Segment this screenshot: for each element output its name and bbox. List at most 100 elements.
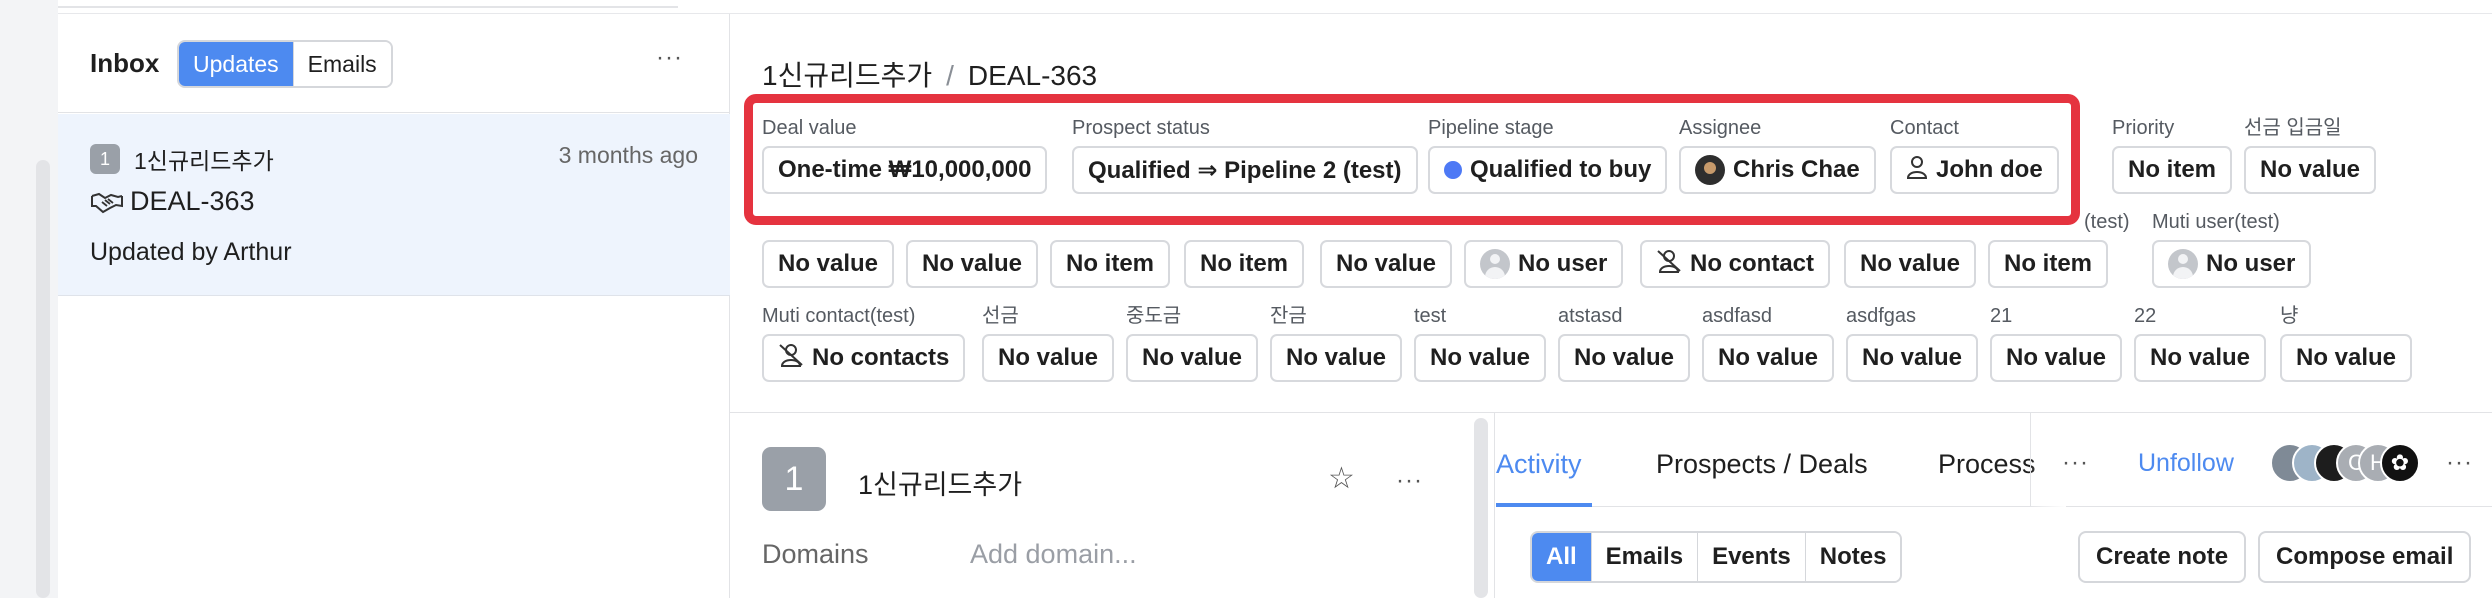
priority-chip[interactable]: No item bbox=[2112, 146, 2233, 194]
field-label: 중도금 bbox=[1126, 305, 1182, 327]
field-chip[interactable]: No value bbox=[2134, 334, 2267, 382]
inbox-item-deal: DEAL-363 bbox=[130, 186, 255, 216]
field-label: atstasd bbox=[1558, 305, 1623, 327]
tab-process[interactable]: Process bbox=[1938, 449, 2036, 480]
panel-divider bbox=[1494, 413, 1495, 598]
left-scroll-rail bbox=[0, 0, 58, 598]
user-chip[interactable]: No user bbox=[1464, 240, 1624, 288]
field-label: Muti user(test) bbox=[2152, 211, 2280, 233]
handshake-icon bbox=[90, 190, 124, 214]
highlight-annotation-box bbox=[744, 94, 2080, 225]
breadcrumb-company[interactable]: 1신규리드추가 bbox=[762, 60, 932, 91]
field-chip[interactable]: No value bbox=[982, 334, 1115, 382]
more-tabs-icon[interactable]: ··· bbox=[2062, 449, 2089, 477]
field-priority: Priority No item bbox=[2112, 116, 2233, 194]
activity-tabs: Activity Prospects / Deals Process ··· U… bbox=[1496, 413, 2492, 507]
ellipsis-icon[interactable]: ··· bbox=[2446, 449, 2473, 477]
unfollow-button[interactable]: Unfollow bbox=[2138, 449, 2234, 478]
filter-events[interactable]: Events bbox=[1697, 533, 1805, 581]
field-interim-payment: 중도금 No value bbox=[1126, 304, 1259, 382]
avatar bbox=[2168, 249, 2198, 279]
field-chip[interactable]: No value bbox=[1270, 334, 1403, 382]
followers-avatars[interactable]: C H ✿ bbox=[2270, 443, 2420, 483]
field-chip[interactable]: No value bbox=[1844, 240, 1977, 288]
field-label: asdfgas bbox=[1846, 305, 1917, 327]
tab-prospects-deals[interactable]: Prospects / Deals bbox=[1656, 449, 1868, 480]
no-contact-icon bbox=[1656, 249, 1682, 280]
company-avatar: 1 bbox=[762, 447, 826, 511]
field-chip[interactable]: No item bbox=[1988, 240, 2109, 288]
top-strip bbox=[58, 0, 2492, 14]
field-label: 선금 입금일 bbox=[2244, 117, 2342, 139]
active-tab-indicator bbox=[1496, 503, 1592, 507]
tab-separator bbox=[2030, 413, 2031, 507]
avatar: ✿ bbox=[2380, 443, 2420, 483]
inbox-panel: Inbox Updates Emails ··· 1 1신규리드추가 3 mon… bbox=[58, 14, 730, 598]
add-domain-input[interactable]: Add domain... bbox=[970, 539, 1137, 570]
filter-emails[interactable]: Emails bbox=[1590, 533, 1698, 581]
field-label: test bbox=[1414, 305, 1447, 327]
domains-label: Domains bbox=[762, 539, 869, 569]
activity-filter-group: All Emails Events Notes bbox=[1530, 531, 1903, 583]
field-balance: 잔금 No value bbox=[1270, 304, 1403, 382]
filter-notes[interactable]: Notes bbox=[1804, 533, 1901, 581]
field-atstasd: atstasd No value bbox=[1558, 304, 1691, 382]
field-asdfasd: asdfasd No value bbox=[1702, 304, 1835, 382]
scrollbar[interactable] bbox=[1474, 418, 1488, 598]
field-muti-contact: Muti contact(test) No contacts bbox=[762, 304, 966, 382]
field-chip[interactable]: No value bbox=[762, 240, 895, 288]
ellipsis-icon[interactable]: ··· bbox=[1396, 467, 1423, 495]
field-chip[interactable]: No item bbox=[1184, 240, 1305, 288]
tab-updates[interactable]: Updates bbox=[179, 42, 293, 86]
contact-chip[interactable]: No contact bbox=[1640, 240, 1831, 288]
field-chip[interactable]: No value bbox=[1320, 240, 1453, 288]
inbox-item-time: 3 months ago bbox=[558, 142, 698, 168]
field-chip[interactable]: No value bbox=[2280, 334, 2413, 382]
tab-overflow-fade bbox=[2030, 413, 2066, 507]
compose-email-button[interactable]: Compose email bbox=[2258, 531, 2472, 583]
activity-panel: Activity Prospects / Deals Process ··· U… bbox=[1496, 413, 2492, 598]
field-muti-user: Muti user(test) No user bbox=[2152, 210, 2312, 288]
deposit-date-chip[interactable]: No value bbox=[2244, 146, 2377, 194]
inbox-item-company: 1신규리드추가 bbox=[134, 148, 274, 174]
field-label: asdfasd bbox=[1702, 305, 1773, 327]
field-chip[interactable]: No value bbox=[906, 240, 1039, 288]
field-chip[interactable]: No value bbox=[1702, 334, 1835, 382]
field-nyang: 냥 No value bbox=[2280, 304, 2413, 382]
field-deposit-date: 선금 입금일 No value bbox=[2244, 116, 2377, 194]
field-chip[interactable]: No value bbox=[1126, 334, 1259, 382]
field-chip[interactable]: No value bbox=[1558, 334, 1691, 382]
breadcrumb: 1신규리드추가 / DEAL-363 bbox=[762, 54, 1097, 94]
field-label: Muti contact(test) bbox=[762, 305, 916, 327]
star-icon[interactable]: ☆ bbox=[1328, 461, 1355, 496]
field-asdfgas: asdfgas No value bbox=[1846, 304, 1979, 382]
scrollbar[interactable] bbox=[36, 160, 50, 598]
field-chip[interactable]: No value bbox=[1990, 334, 2123, 382]
company-name[interactable]: 1신규리드추가 bbox=[858, 463, 1022, 502]
field-22: 22 No value bbox=[2134, 304, 2267, 382]
user-chip[interactable]: No user bbox=[2152, 240, 2312, 288]
field-label: 22 bbox=[2134, 305, 2157, 327]
breadcrumb-separator: / bbox=[946, 60, 954, 91]
field-down-payment: 선금 No value bbox=[982, 304, 1115, 382]
tab-emails[interactable]: Emails bbox=[292, 42, 391, 86]
field-chip[interactable]: No value bbox=[1846, 334, 1979, 382]
ellipsis-icon[interactable]: ··· bbox=[656, 44, 683, 72]
avatar bbox=[1480, 249, 1510, 279]
field-label: 잔금 bbox=[1270, 305, 1307, 327]
breadcrumb-deal: DEAL-363 bbox=[967, 60, 1098, 91]
create-note-button[interactable]: Create note bbox=[2078, 531, 2247, 583]
top-strip-divider bbox=[58, 0, 678, 8]
inbox-title: Inbox bbox=[90, 48, 160, 78]
inbox-list-item[interactable]: 1 1신규리드추가 3 months ago DEAL-363 Updated … bbox=[58, 114, 730, 296]
field-chip[interactable]: No value bbox=[1414, 334, 1547, 382]
filter-all[interactable]: All bbox=[1532, 533, 1591, 581]
contacts-chip[interactable]: No contacts bbox=[762, 334, 966, 382]
field-label: 21 bbox=[1990, 305, 2013, 327]
field-test: test No value bbox=[1414, 304, 1547, 382]
tab-activity[interactable]: Activity bbox=[1496, 449, 1582, 480]
field-label: 냥 bbox=[2280, 305, 2299, 327]
inbox-item-updated: Updated by Arthur bbox=[90, 238, 292, 266]
inbox-tab-group: Updates Emails bbox=[177, 40, 393, 88]
field-chip[interactable]: No item bbox=[1050, 240, 1171, 288]
